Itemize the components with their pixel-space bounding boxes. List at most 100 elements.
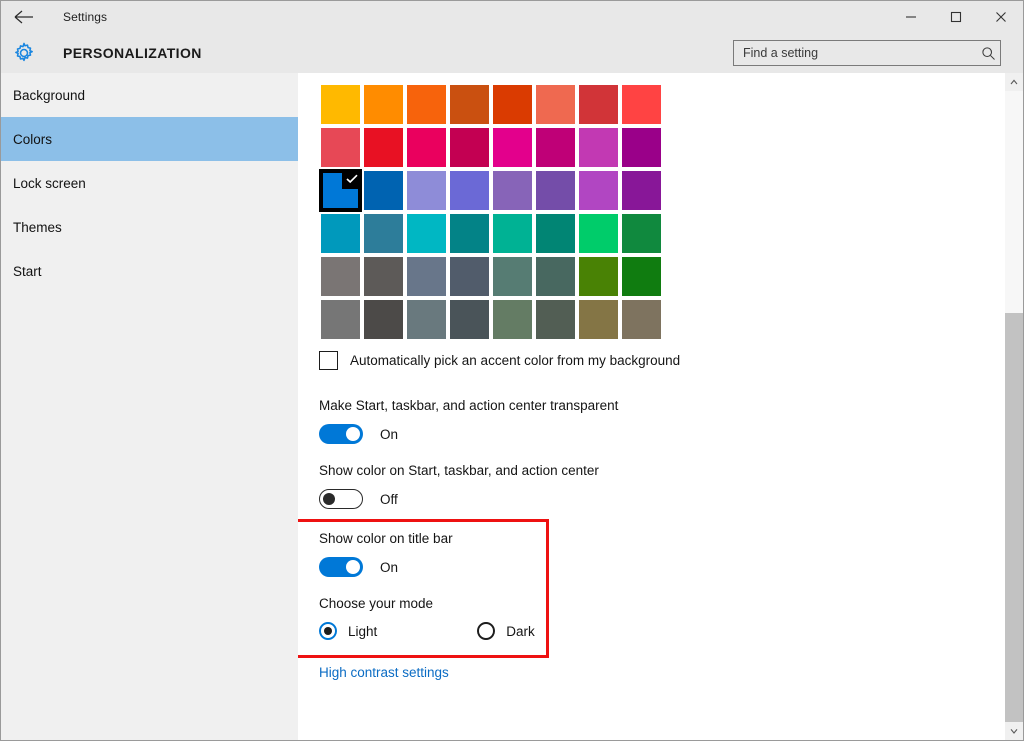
content-pane: Automatically pick an accent color from …: [298, 73, 1005, 740]
window-title: Settings: [63, 10, 107, 24]
minimize-button[interactable]: [888, 1, 933, 32]
show-color-titlebar-state: On: [380, 560, 398, 575]
sidebar-item-colors[interactable]: Colors: [1, 117, 298, 161]
sidebar-item-label: Themes: [13, 220, 62, 235]
accent-swatch[interactable]: [362, 298, 405, 341]
sidebar-item-lock-screen[interactable]: Lock screen: [1, 161, 298, 205]
page-title: PERSONALIZATION: [63, 45, 202, 61]
window-controls: [888, 1, 1023, 32]
accent-swatch[interactable]: [491, 169, 534, 212]
scroll-up-arrow-icon[interactable]: [1005, 73, 1023, 91]
accent-swatch[interactable]: [577, 126, 620, 169]
accent-swatch[interactable]: [620, 298, 663, 341]
accent-swatch[interactable]: [534, 83, 577, 126]
content-scrollbar[interactable]: [1005, 73, 1023, 740]
scroll-down-arrow-icon[interactable]: [1005, 722, 1023, 740]
accent-swatch[interactable]: [620, 83, 663, 126]
accent-swatch[interactable]: [491, 126, 534, 169]
accent-swatch[interactable]: [534, 298, 577, 341]
sidebar-item-themes[interactable]: Themes: [1, 205, 298, 249]
accent-swatch[interactable]: [534, 169, 577, 212]
accent-swatch[interactable]: [319, 83, 362, 126]
sidebar-item-label: Colors: [13, 132, 52, 147]
show-color-start-toggle[interactable]: [319, 489, 363, 509]
accent-swatch[interactable]: [448, 83, 491, 126]
accent-swatch[interactable]: [448, 126, 491, 169]
show-color-start-setting: Show color on Start, taskbar, and action…: [319, 463, 599, 509]
scrollbar-thumb[interactable]: [1005, 91, 1023, 313]
accent-swatch[interactable]: [362, 126, 405, 169]
accent-swatch[interactable]: [620, 255, 663, 298]
sidebar-item-background[interactable]: Background: [1, 73, 298, 117]
accent-swatch[interactable]: [362, 212, 405, 255]
accent-swatch[interactable]: [362, 169, 405, 212]
accent-swatch[interactable]: [491, 298, 534, 341]
search-input[interactable]: [734, 46, 976, 60]
accent-swatch[interactable]: [534, 255, 577, 298]
accent-swatch[interactable]: [534, 212, 577, 255]
accent-swatch[interactable]: [577, 169, 620, 212]
transparency-toggle[interactable]: [319, 424, 363, 444]
auto-accent-row[interactable]: Automatically pick an accent color from …: [319, 351, 680, 370]
back-button[interactable]: [1, 1, 47, 32]
accent-swatch[interactable]: [491, 83, 534, 126]
accent-swatch[interactable]: [620, 212, 663, 255]
sidebar-item-label: Start: [13, 264, 42, 279]
show-color-titlebar-toggle[interactable]: [319, 557, 363, 577]
maximize-button[interactable]: [933, 1, 978, 32]
accent-swatch[interactable]: [620, 126, 663, 169]
accent-swatch[interactable]: [577, 83, 620, 126]
accent-swatch[interactable]: [577, 212, 620, 255]
show-color-start-label: Show color on Start, taskbar, and action…: [319, 463, 599, 478]
dark-label: Dark: [506, 624, 535, 639]
show-color-titlebar-setting: Show color on title bar On: [319, 531, 453, 577]
accent-swatch[interactable]: [405, 169, 448, 212]
settings-window: Settings: [0, 0, 1024, 741]
light-label: Light: [348, 624, 377, 639]
auto-accent-checkbox[interactable]: [319, 351, 338, 370]
accent-swatch[interactable]: [448, 255, 491, 298]
dark-radio[interactable]: [477, 622, 495, 640]
mode-option-dark[interactable]: Dark: [477, 622, 535, 640]
accent-swatch[interactable]: [319, 298, 362, 341]
show-color-titlebar-label: Show color on title bar: [319, 531, 453, 546]
accent-swatch[interactable]: [405, 126, 448, 169]
page-header: PERSONALIZATION: [1, 32, 1023, 73]
accent-swatch-selected[interactable]: [319, 169, 362, 212]
accent-swatch[interactable]: [362, 83, 405, 126]
accent-swatch[interactable]: [405, 83, 448, 126]
high-contrast-settings-link[interactable]: High contrast settings: [319, 665, 449, 680]
check-icon: [342, 169, 362, 189]
accent-swatch[interactable]: [491, 212, 534, 255]
accent-swatch[interactable]: [405, 298, 448, 341]
mode-option-light[interactable]: Light: [319, 622, 377, 640]
accent-swatch[interactable]: [448, 298, 491, 341]
accent-swatch[interactable]: [319, 126, 362, 169]
accent-swatch[interactable]: [362, 255, 405, 298]
accent-color-grid[interactable]: [319, 83, 663, 341]
accent-swatch[interactable]: [620, 169, 663, 212]
transparency-state: On: [380, 427, 398, 442]
search-box[interactable]: [733, 40, 1001, 66]
accent-swatch[interactable]: [577, 255, 620, 298]
accent-swatch[interactable]: [448, 212, 491, 255]
sidebar-item-start[interactable]: Start: [1, 249, 298, 293]
close-button[interactable]: [978, 1, 1023, 32]
accent-swatch[interactable]: [577, 298, 620, 341]
accent-swatch[interactable]: [405, 255, 448, 298]
choose-mode-setting: Choose your mode Light Dark: [319, 596, 535, 640]
gear-icon: [1, 32, 47, 73]
title-bar: Settings: [1, 1, 1023, 32]
auto-accent-label: Automatically pick an accent color from …: [350, 353, 680, 368]
search-icon[interactable]: [976, 41, 1000, 65]
accent-swatch[interactable]: [405, 212, 448, 255]
accent-swatch[interactable]: [491, 255, 534, 298]
light-radio[interactable]: [319, 622, 337, 640]
sidebar-item-label: Lock screen: [13, 176, 86, 191]
body-area: Background Colors Lock screen Themes Sta…: [1, 73, 1023, 740]
accent-swatch[interactable]: [319, 255, 362, 298]
accent-swatch[interactable]: [448, 169, 491, 212]
accent-swatch[interactable]: [319, 212, 362, 255]
transparency-setting: Make Start, taskbar, and action center t…: [319, 398, 618, 444]
accent-swatch[interactable]: [534, 126, 577, 169]
